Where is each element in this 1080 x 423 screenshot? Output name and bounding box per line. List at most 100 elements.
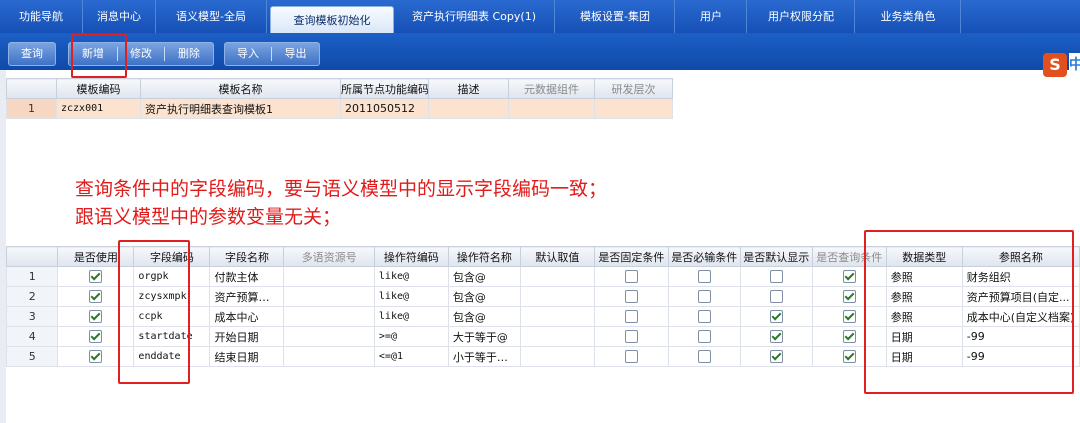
default-value-cell[interactable] bbox=[519, 286, 595, 307]
checkbox-checked[interactable] bbox=[89, 270, 103, 284]
operator-name-cell[interactable]: 包含@ bbox=[447, 306, 521, 327]
field-code-cell[interactable]: startdate bbox=[133, 326, 211, 347]
column-header-operator-name[interactable]: 操作符名称 bbox=[447, 246, 521, 267]
field-code-cell[interactable]: zcysxmpk bbox=[133, 286, 211, 307]
reference-name-cell[interactable]: 成本中心(自定义档案) bbox=[961, 306, 1080, 327]
default-value-cell[interactable] bbox=[519, 306, 595, 327]
multilang-resource-cell[interactable] bbox=[283, 326, 375, 347]
template-code-cell[interactable]: zczx001 bbox=[56, 98, 141, 119]
data-type-cell[interactable]: 参照 bbox=[885, 306, 963, 327]
multilang-resource-cell[interactable] bbox=[283, 346, 375, 367]
operator-name-cell[interactable]: 小于等于@1@ bbox=[447, 346, 521, 367]
table-row[interactable]: 5 enddate 结束日期 <=@1 小于等于@1@ 日期 -99 bbox=[5, 346, 1080, 367]
delete-button[interactable]: 删除 bbox=[165, 43, 213, 65]
column-header-required-condition[interactable]: 是否必输条件 bbox=[667, 246, 741, 267]
data-type-cell[interactable]: 日期 bbox=[885, 326, 963, 347]
checkbox-unchecked[interactable] bbox=[697, 350, 711, 364]
checkbox-unchecked[interactable] bbox=[769, 290, 783, 304]
reference-name-cell[interactable]: -99 bbox=[961, 346, 1080, 367]
column-header-query-condition[interactable]: 是否查询条件 bbox=[811, 246, 887, 267]
nav-tab-function-navigation[interactable]: 功能导航 bbox=[0, 0, 83, 33]
field-name-cell[interactable]: 开始日期 bbox=[209, 326, 285, 347]
table-row[interactable]: 4 startdate 开始日期 >=@ 大于等于@ 日期 -99 bbox=[5, 326, 1080, 347]
multilang-resource-cell[interactable] bbox=[283, 286, 375, 307]
nav-tab-user[interactable]: 用户 bbox=[676, 0, 747, 33]
data-type-cell[interactable]: 参照 bbox=[885, 266, 963, 287]
multilang-resource-cell[interactable] bbox=[283, 266, 375, 287]
field-name-cell[interactable]: 资产预算项目 bbox=[209, 286, 285, 307]
checkbox-checked[interactable] bbox=[89, 330, 103, 344]
nav-tab-template-settings[interactable]: 模板设置-集团 bbox=[556, 0, 675, 33]
query-button[interactable]: 查询 bbox=[9, 43, 55, 65]
column-header-reference-name[interactable]: 参照名称 bbox=[961, 246, 1080, 267]
checkbox-checked[interactable] bbox=[842, 350, 856, 364]
checkbox-unchecked[interactable] bbox=[624, 350, 638, 364]
checkbox-unchecked[interactable] bbox=[697, 330, 711, 344]
field-code-cell[interactable]: enddate bbox=[133, 346, 211, 367]
sogou-ime-icon[interactable]: S bbox=[1043, 53, 1067, 77]
operator-code-cell[interactable]: like@ bbox=[373, 286, 449, 307]
description-cell[interactable] bbox=[428, 98, 509, 119]
column-header-default-value[interactable]: 默认取值 bbox=[519, 246, 595, 267]
operator-name-cell[interactable]: 包含@ bbox=[447, 286, 521, 307]
multilang-resource-cell[interactable] bbox=[283, 306, 375, 327]
checkbox-checked[interactable] bbox=[89, 290, 103, 304]
default-value-cell[interactable] bbox=[519, 346, 595, 367]
checkbox-checked[interactable] bbox=[842, 270, 856, 284]
nav-tab-query-template-init[interactable]: 查询模板初始化 bbox=[270, 6, 394, 34]
column-header-fixed-condition[interactable]: 是否固定条件 bbox=[593, 246, 669, 267]
checkbox-checked[interactable] bbox=[769, 350, 783, 364]
operator-name-cell[interactable]: 大于等于@ bbox=[447, 326, 521, 347]
export-button[interactable]: 导出 bbox=[272, 43, 319, 65]
table-row[interactable]: 2 zcysxmpk 资产预算项目 like@ 包含@ 参照 资产预算项目(自定... bbox=[5, 286, 1080, 307]
column-header-multilang-resource[interactable]: 多语资源号 bbox=[283, 246, 375, 267]
checkbox-unchecked[interactable] bbox=[769, 270, 783, 284]
column-header-field-name[interactable]: 字段名称 bbox=[209, 246, 285, 267]
reference-name-cell[interactable]: -99 bbox=[961, 326, 1080, 347]
checkbox-unchecked[interactable] bbox=[624, 270, 638, 284]
metadata-component-cell[interactable] bbox=[508, 98, 595, 119]
checkbox-unchecked[interactable] bbox=[697, 310, 711, 324]
nav-tab-message-center[interactable]: 消息中心 bbox=[83, 0, 156, 33]
dev-level-cell[interactable] bbox=[594, 98, 673, 119]
column-header-node-function-code[interactable]: 所属节点功能编码 bbox=[340, 78, 429, 99]
checkbox-checked[interactable] bbox=[842, 330, 856, 344]
import-button[interactable]: 导入 bbox=[225, 43, 271, 65]
checkbox-unchecked[interactable] bbox=[624, 310, 638, 324]
default-value-cell[interactable] bbox=[519, 326, 595, 347]
nav-tab-user-permission[interactable]: 用户权限分配 bbox=[748, 0, 855, 33]
table-row[interactable]: 1 zczx001 资产执行明细表查询模板1 2011050512 bbox=[6, 98, 673, 119]
column-header-operator-code[interactable]: 操作符编码 bbox=[373, 246, 449, 267]
data-type-cell[interactable]: 日期 bbox=[885, 346, 963, 367]
operator-code-cell[interactable]: <=@1 bbox=[373, 346, 449, 367]
table-row[interactable]: 1 orgpk 付款主体 like@ 包含@ 参照 财务组织 bbox=[5, 266, 1080, 287]
node-function-code-cell[interactable]: 2011050512 bbox=[340, 98, 429, 119]
checkbox-unchecked[interactable] bbox=[697, 290, 711, 304]
checkbox-unchecked[interactable] bbox=[624, 290, 638, 304]
column-header-field-code[interactable]: 字段编码 bbox=[133, 246, 211, 267]
operator-name-cell[interactable]: 包含@ bbox=[447, 266, 521, 287]
column-header-description[interactable]: 描述 bbox=[428, 78, 509, 99]
field-code-cell[interactable]: orgpk bbox=[133, 266, 211, 287]
operator-code-cell[interactable]: like@ bbox=[373, 266, 449, 287]
column-header-default-display[interactable]: 是否默认显示 bbox=[739, 246, 813, 267]
operator-code-cell[interactable]: like@ bbox=[373, 306, 449, 327]
checkbox-checked[interactable] bbox=[89, 350, 103, 364]
reference-name-cell[interactable]: 财务组织 bbox=[961, 266, 1080, 287]
column-header-template-code[interactable]: 模板编码 bbox=[56, 78, 141, 99]
field-name-cell[interactable]: 付款主体 bbox=[209, 266, 285, 287]
add-button[interactable]: 新增 bbox=[69, 43, 117, 65]
nav-tab-asset-execution-detail[interactable]: 资产执行明细表 Copy(1) bbox=[394, 0, 555, 33]
checkbox-unchecked[interactable] bbox=[697, 270, 711, 284]
field-code-cell[interactable]: ccpk bbox=[133, 306, 211, 327]
reference-name-cell[interactable]: 资产预算项目(自定... bbox=[961, 286, 1080, 307]
column-header-metadata-component[interactable]: 元数据组件 bbox=[508, 78, 595, 99]
checkbox-checked[interactable] bbox=[769, 310, 783, 324]
column-header-data-type[interactable]: 数据类型 bbox=[885, 246, 963, 267]
column-header-in-use[interactable]: 是否使用 bbox=[57, 246, 135, 267]
nav-tab-business-role[interactable]: 业务类角色 bbox=[856, 0, 961, 33]
edit-button[interactable]: 修改 bbox=[118, 43, 164, 65]
checkbox-checked[interactable] bbox=[769, 330, 783, 344]
field-name-cell[interactable]: 结束日期 bbox=[209, 346, 285, 367]
checkbox-checked[interactable] bbox=[89, 310, 103, 324]
